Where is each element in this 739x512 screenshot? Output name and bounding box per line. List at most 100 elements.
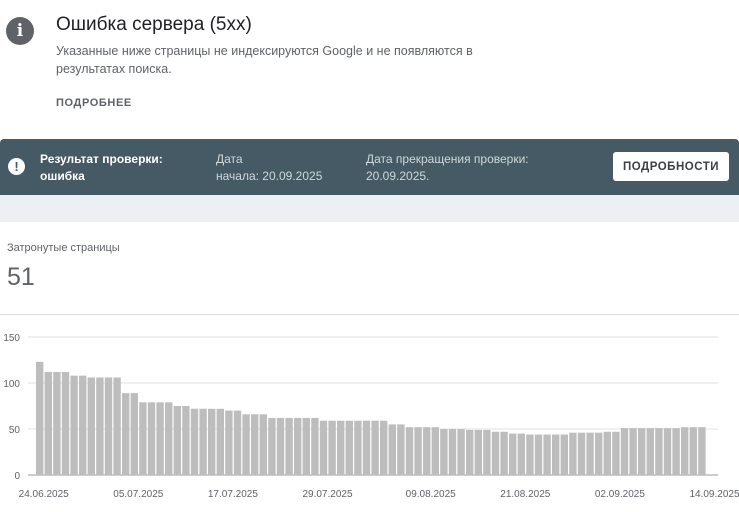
chart-bar [672,428,680,475]
x-tick-label: 24.06.2025 [19,489,69,500]
learn-more-link[interactable]: ПОДРОБНЕЕ [56,97,132,109]
y-tick-label: 100 [3,379,20,390]
chart-bar [569,432,577,475]
chart-bar [509,433,517,475]
chart-bar [577,432,586,475]
chart-bar [79,375,87,475]
chart-bar [311,417,319,475]
start-date-value: начала: 20.09.2025 [216,169,323,183]
chart-bar [543,434,551,475]
issue-title: Ошибка сервера (5xx) [56,14,252,35]
chart-bar [603,431,611,475]
alert-icon: ! [8,158,25,175]
chart-bar [595,432,603,475]
chart-bar [474,429,482,475]
chart-bar [328,420,336,475]
affected-pages-value: 51 [7,263,35,291]
issue-description: Указанные ниже страницы не индексируются… [56,44,473,76]
chart-bar [646,428,654,475]
chart-bar [182,406,190,475]
chart-bar [130,393,138,475]
x-tick-label: 09.08.2025 [406,489,456,500]
chart-bar [526,434,534,475]
chart-bar [190,408,199,475]
chart-bar [87,377,95,475]
chart-bar [371,420,379,475]
affected-pages-chart: 0 50 100 150 24.06.2025 05.07.2025 17.07.2025 2… [3,333,739,500]
chart-bar [362,420,371,475]
chart-bar [294,417,302,475]
chart-bar [491,431,500,475]
chart-bar [638,428,646,475]
x-tick-label: 02.09.2025 [595,489,645,500]
chart-bar [500,431,508,475]
chart-bar [552,434,560,475]
y-tick-label: 0 [14,471,20,482]
chart-bar [689,427,697,475]
validation-status-label: Результат проверки: [40,152,163,166]
chart-bar [208,408,216,475]
chart-bar [53,371,61,475]
chart-bar [233,410,242,475]
y-tick-label: 150 [3,333,20,344]
chart-bar [225,410,233,475]
chart-bar [337,420,345,475]
chart-bar [44,371,52,475]
chart-bar [397,424,405,475]
chart-bar [517,433,525,475]
chart-bar [414,427,422,475]
chart-bar [36,361,44,475]
chart-bar [655,428,663,475]
validation-banner: ! Результат проверки: ошибка Дата начала… [0,139,739,195]
chart-bar [96,377,104,475]
validation-status-value: ошибка [40,169,85,183]
chart-bar [147,402,156,475]
chart-bar [259,414,267,475]
chart-bar [242,414,250,475]
chart-bar [113,377,121,475]
validation-start-date: Дата начала: 20.09.2025 [216,151,356,185]
chart-bar [466,429,474,475]
start-date-label: Дата [216,152,243,166]
chart-bar [104,377,113,475]
chart-bar [156,402,164,475]
divider [0,314,739,315]
chart-bar [405,427,414,475]
chart-bar [380,420,388,475]
validation-status: Результат проверки: ошибка [40,151,190,185]
affected-pages-label: Затронутые страницы [7,242,120,254]
y-tick-label: 50 [9,425,21,436]
chart-bar [302,417,310,475]
chart-bar [629,428,637,475]
chart-bar [319,420,328,475]
chart-bar [199,408,207,475]
chart-bar [70,375,78,475]
chart-bar [457,429,465,475]
chart-bar [285,417,293,475]
end-date-label: Дата прекращения проверки: [366,152,529,166]
chart-bar [61,371,70,475]
x-tick-label: 29.07.2025 [302,489,352,500]
x-tick-label: 17.07.2025 [208,489,258,500]
chart-bar [354,420,362,475]
chart-bar [448,429,457,475]
chart-bar [173,406,181,475]
chart-bar [612,431,620,475]
details-button[interactable]: ПОДРОБНОСТИ [613,152,729,181]
x-tick-label: 14.09.2025 [689,489,739,500]
validation-end-date: Дата прекращения проверки: 20.09.2025. [366,151,566,185]
chart-bar [483,429,491,475]
chart-bar [268,417,276,475]
banner-shadow-strip [0,195,739,222]
chart-bar [122,393,130,475]
chart-bar [345,420,353,475]
chart-bar [534,434,543,475]
x-tick-label: 05.07.2025 [113,489,163,500]
chart-bar [276,417,285,475]
chart-bar [663,428,672,475]
chart-bar [431,427,439,475]
info-icon: i [6,17,34,45]
chart-bar [251,414,259,475]
chart-bar [139,402,147,475]
chart-bar [698,427,706,475]
